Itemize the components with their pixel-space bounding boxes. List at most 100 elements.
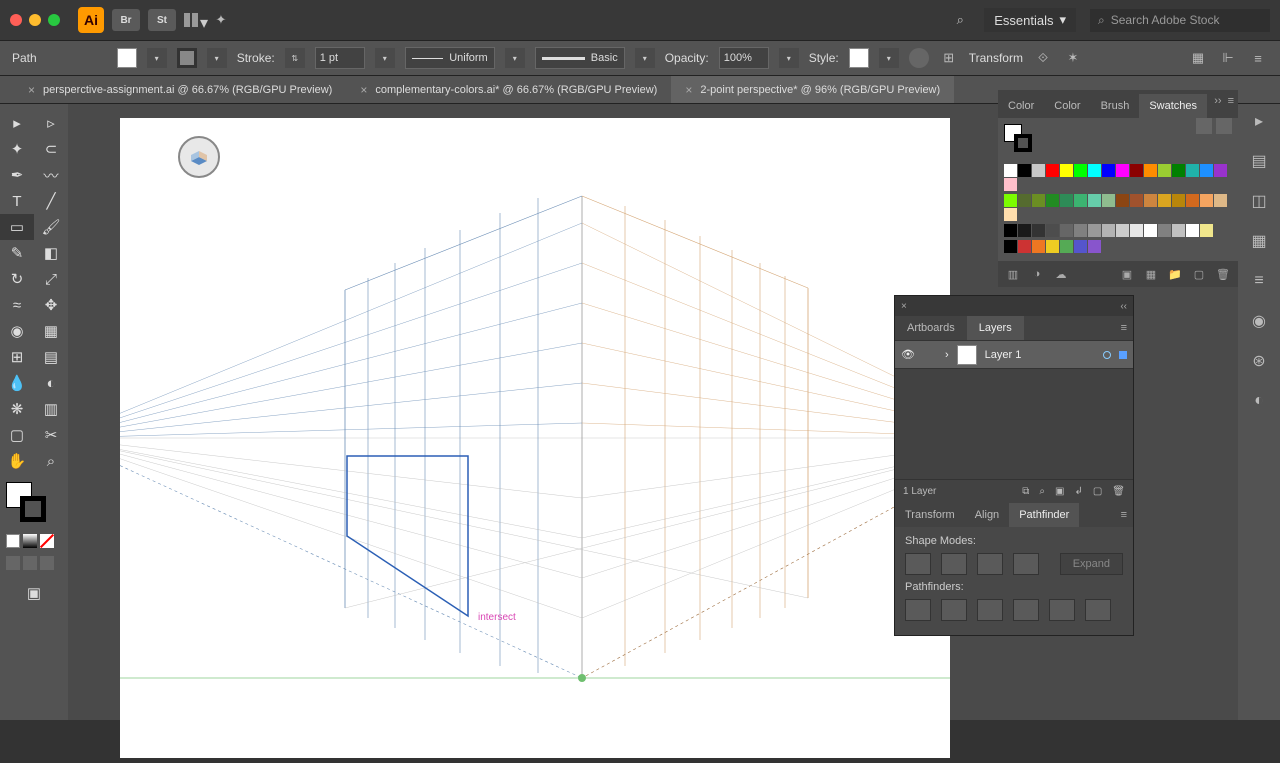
search-icon[interactable]: ⌕ xyxy=(950,10,970,30)
stroke-swatch[interactable] xyxy=(177,48,197,68)
opacity-input[interactable] xyxy=(719,47,769,69)
line-tool[interactable]: ╱ xyxy=(34,188,68,214)
swatch[interactable] xyxy=(1046,164,1059,177)
minimize-window[interactable] xyxy=(29,14,41,26)
paintbrush-tool[interactable]: 🖌 xyxy=(34,214,68,240)
magic-wand-tool[interactable]: ✦ xyxy=(0,136,34,162)
color-wheel-icon[interactable]: ◐ xyxy=(1248,390,1270,412)
fill-stroke-control[interactable] xyxy=(6,482,46,522)
expand-button[interactable]: Expand xyxy=(1060,553,1123,575)
swatch[interactable] xyxy=(1074,194,1087,207)
swatches-tab[interactable]: Swatches xyxy=(1139,94,1207,118)
curvature-tool[interactable]: 〰 xyxy=(34,162,68,188)
swatch[interactable] xyxy=(1088,240,1101,253)
slice-tool[interactable]: ✂ xyxy=(34,422,68,448)
swatch[interactable] xyxy=(1060,224,1073,237)
clip-mask-icon[interactable]: ▣ xyxy=(1055,486,1064,497)
swatch[interactable] xyxy=(1004,208,1017,221)
type-tool[interactable]: T xyxy=(0,188,34,214)
none-mode[interactable] xyxy=(40,534,54,548)
swatch[interactable] xyxy=(1088,194,1101,207)
stroke-weight-input[interactable] xyxy=(315,47,365,69)
shaper-tool[interactable]: ✎ xyxy=(0,240,34,266)
draw-inside[interactable] xyxy=(40,556,54,570)
trash-icon[interactable]: 🗑 xyxy=(1216,267,1230,281)
swatch[interactable] xyxy=(1214,194,1227,207)
swatch[interactable] xyxy=(1088,224,1101,237)
search-stock-input[interactable]: ⌕Search Adobe Stock xyxy=(1090,9,1270,32)
show-kinds-icon[interactable]: ◑ xyxy=(1030,267,1044,281)
recolor-icon[interactable] xyxy=(909,48,929,68)
swatch[interactable] xyxy=(1060,164,1073,177)
stock-icon[interactable]: St xyxy=(148,9,176,31)
swatch[interactable] xyxy=(1046,194,1059,207)
swatch[interactable] xyxy=(1186,224,1199,237)
close-panel-icon[interactable]: × xyxy=(901,301,907,312)
lasso-tool[interactable]: ⊂ xyxy=(34,136,68,162)
snap-icon[interactable]: ⊩ xyxy=(1218,48,1238,68)
grid-icon[interactable]: ▦ xyxy=(1188,48,1208,68)
symbol-sprayer-tool[interactable]: ❋ xyxy=(0,396,34,422)
color-mode[interactable] xyxy=(6,534,20,548)
document-tab[interactable]: ×2-point perspective* @ 96% (RGB/GPU Pre… xyxy=(671,76,954,103)
align-icon[interactable]: ⊞ xyxy=(939,48,959,68)
blend-tool[interactable]: ◐ xyxy=(34,370,68,396)
swatch[interactable] xyxy=(1144,224,1157,237)
intersect-button[interactable] xyxy=(977,553,1003,575)
libraries-icon[interactable]: ▤ xyxy=(1248,150,1270,172)
visibility-icon[interactable]: 👁 xyxy=(901,348,915,361)
minus-back-button[interactable] xyxy=(1085,599,1111,621)
gradient-mode[interactable] xyxy=(23,534,37,548)
stroke-dropdown[interactable]: ▾ xyxy=(207,48,227,68)
locate-icon[interactable]: ⧉ xyxy=(1022,486,1029,497)
swatch[interactable] xyxy=(1004,164,1017,177)
eyedropper-tool[interactable]: 💧 xyxy=(0,370,34,396)
stroke-stepper[interactable]: ⇅ xyxy=(285,48,305,68)
new-swatch-icon[interactable]: ▦ xyxy=(1144,267,1158,281)
artboard-tool[interactable]: ▢ xyxy=(0,422,34,448)
pathfinder-tab[interactable]: Pathfinder xyxy=(1009,503,1079,527)
close-tab-icon[interactable]: × xyxy=(360,83,367,97)
swatch[interactable] xyxy=(1172,164,1185,177)
transform-button[interactable]: Transform xyxy=(969,51,1023,65)
swatch[interactable] xyxy=(1130,224,1143,237)
swatch[interactable] xyxy=(1046,240,1059,253)
zoom-tool[interactable]: ⌕ xyxy=(34,448,68,474)
pen-tool[interactable]: ✒ xyxy=(0,162,34,188)
select-similar-icon[interactable]: ✶ xyxy=(1063,48,1083,68)
panel-menu-icon[interactable]: ≡ xyxy=(1115,316,1133,340)
color-tab[interactable]: Color xyxy=(998,94,1044,118)
swatch[interactable] xyxy=(1032,224,1045,237)
brushes-tab[interactable]: Brush xyxy=(1091,94,1140,118)
maximize-window[interactable] xyxy=(48,14,60,26)
eraser-tool[interactable]: ◧ xyxy=(34,240,68,266)
new-icon[interactable]: ▢ xyxy=(1192,267,1206,281)
delete-layer-icon[interactable]: 🗑 xyxy=(1112,486,1125,497)
swatch[interactable] xyxy=(1004,194,1017,207)
appearance-icon[interactable]: ◉ xyxy=(1248,310,1270,332)
swatch[interactable] xyxy=(1102,164,1115,177)
scale-tool[interactable]: ⤢ xyxy=(34,266,68,292)
new-sublayer-icon[interactable]: ↲ xyxy=(1074,486,1082,497)
transform-tab[interactable]: Transform xyxy=(895,503,965,527)
rectangle-tool[interactable]: ▭ xyxy=(0,214,34,240)
swatch[interactable] xyxy=(1116,194,1129,207)
fill-stroke-indicator[interactable] xyxy=(1004,124,1032,152)
swatch[interactable] xyxy=(1214,164,1227,177)
swatch[interactable] xyxy=(1074,164,1087,177)
swatch[interactable] xyxy=(1018,164,1031,177)
collapse-icon[interactable]: ›› xyxy=(1214,95,1221,107)
swatch[interactable] xyxy=(1032,240,1045,253)
draw-behind[interactable] xyxy=(23,556,37,570)
swatch[interactable] xyxy=(1088,164,1101,177)
screen-mode[interactable]: ▣ xyxy=(17,580,51,606)
bridge-icon[interactable]: Br xyxy=(112,9,140,31)
collapse-icon[interactable]: ‹‹ xyxy=(1120,301,1127,312)
swatch[interactable] xyxy=(1144,164,1157,177)
swatch[interactable] xyxy=(1186,194,1199,207)
stroke-profile[interactable]: Uniform xyxy=(405,47,495,69)
hand-tool[interactable]: ✋ xyxy=(0,448,34,474)
merge-button[interactable] xyxy=(977,599,1003,621)
close-tab-icon[interactable]: × xyxy=(685,83,692,97)
document-tab[interactable]: ×complementary-colors.ai* @ 66.67% (RGB/… xyxy=(346,76,671,103)
